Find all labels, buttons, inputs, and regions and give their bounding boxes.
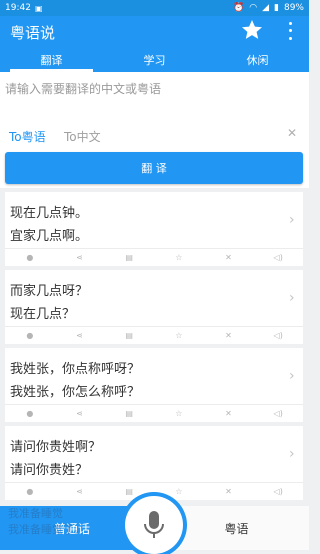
language-selector: To粤语 To中文 — [0, 122, 309, 146]
tab-learn[interactable]: 学习 — [103, 48, 206, 72]
share-icon[interactable]: ⋖ — [55, 249, 105, 266]
chevron-right-icon[interactable]: › — [289, 290, 295, 306]
phrase-translation: 请问你贵姓？ — [10, 463, 89, 478]
microphone-icon[interactable]: ● — [5, 405, 55, 422]
battery-percent: 89% — [283, 3, 304, 13]
speaker-icon[interactable]: ◁) — [253, 405, 303, 422]
microphone-icon[interactable]: ● — [5, 249, 55, 266]
chevron-right-icon[interactable]: › — [289, 368, 295, 384]
speaker-icon[interactable]: ◁) — [253, 249, 303, 266]
star-icon[interactable] — [240, 18, 264, 42]
app-title: 粤语说 — [10, 23, 56, 42]
phrase-card[interactable]: 我姓张，你点称呼呀？ 我姓张，你怎么称呼？ › ● ⋖ ▤ ☆ ✕ ◁) — [5, 348, 303, 422]
wifi-icon: ◠ — [249, 3, 258, 13]
app-bar: 粤语说 — [0, 16, 309, 48]
input-placeholder: 请输入需要翻译的中文或粤语 — [5, 82, 162, 96]
phrase-source: 现在几点钟。 — [10, 206, 89, 221]
favorite-icon[interactable]: ☆ — [154, 249, 204, 266]
status-bar: 19:42 ▣ ⏰ ◠ ◢ ▮ 89% — [0, 0, 309, 16]
translate-button[interactable]: 翻 译 — [5, 152, 303, 184]
phrase-translation: 宜家几点啊。 — [10, 229, 89, 244]
card-actions: ● ⋖ ▤ ☆ ✕ ◁) — [5, 326, 303, 344]
microphone-icon[interactable]: ● — [5, 483, 55, 500]
delete-icon[interactable]: ✕ — [204, 327, 254, 344]
delete-icon[interactable]: ✕ — [204, 483, 254, 500]
copy-icon[interactable]: ▤ — [104, 249, 154, 266]
delete-icon[interactable]: ✕ — [204, 249, 254, 266]
phrase-source: 我姓张，你点称呼呀？ — [10, 362, 141, 377]
phrase-source: 请问你贵姓啊？ — [10, 440, 102, 455]
tab-bar: 翻译 学习 休闲 — [0, 48, 309, 72]
peek-line: 我准备睡觉 — [8, 507, 63, 520]
peek-line: 我准备睡觉了。 — [8, 523, 85, 536]
tab-translate[interactable]: 翻译 — [0, 48, 103, 72]
microphone-icon[interactable]: ● — [5, 327, 55, 344]
phrase-card[interactable]: 而家几点呀？ 现在几点？ › ● ⋖ ▤ ☆ ✕ ◁) — [5, 270, 303, 344]
phrase-translation: 现在几点？ — [10, 307, 76, 322]
more-vert-icon[interactable] — [285, 20, 295, 42]
status-time: 19:42 — [5, 3, 31, 13]
share-icon[interactable]: ⋖ — [55, 483, 105, 500]
signal-icon: ◢ — [262, 3, 270, 13]
card-actions: ● ⋖ ▤ ☆ ✕ ◁) — [5, 248, 303, 266]
phrase-card[interactable]: 现在几点钟。 宜家几点啊。 › ● ⋖ ▤ ☆ ✕ ◁) — [5, 192, 303, 266]
android-icon: ▣ — [34, 3, 43, 13]
tab-label: 学习 — [143, 54, 166, 67]
cantonese-label: 粤语 — [224, 521, 249, 536]
favorite-icon[interactable]: ☆ — [154, 405, 204, 422]
chevron-right-icon[interactable]: › — [289, 446, 295, 462]
phrase-source: 而家几点呀？ — [10, 284, 89, 299]
speaker-icon[interactable]: ◁) — [253, 483, 303, 500]
tab-label: 翻译 — [40, 54, 63, 67]
copy-icon[interactable]: ▤ — [104, 327, 154, 344]
microphone-icon — [144, 511, 164, 538]
tab-leisure[interactable]: 休闲 — [206, 48, 309, 72]
phrase-translation: 我姓张，你怎么称呼？ — [10, 385, 141, 400]
alarm-icon: ⏰ — [233, 3, 245, 13]
delete-icon[interactable]: ✕ — [204, 405, 254, 422]
speaker-icon[interactable]: ◁) — [253, 327, 303, 344]
battery-icon: ▮ — [274, 3, 279, 13]
peek-card: 我准备睡觉 我准备睡觉了。 — [8, 506, 85, 538]
chevron-right-icon[interactable]: › — [289, 212, 295, 228]
to-cantonese-option[interactable]: To粤语 — [9, 128, 46, 145]
phrase-card[interactable]: 请问你贵姓啊？ 请问你贵姓？ › ● ⋖ ▤ ☆ ✕ ◁) — [5, 426, 303, 500]
microphone-button[interactable] — [125, 496, 183, 554]
card-actions: ● ⋖ ▤ ☆ ✕ ◁) — [5, 404, 303, 422]
copy-icon[interactable]: ▤ — [104, 405, 154, 422]
favorite-icon[interactable]: ☆ — [154, 327, 204, 344]
share-icon[interactable]: ⋖ — [55, 405, 105, 422]
tab-label: 休闲 — [246, 54, 269, 67]
clear-icon[interactable]: ✕ — [287, 126, 297, 140]
share-icon[interactable]: ⋖ — [55, 327, 105, 344]
to-mandarin-option[interactable]: To中文 — [64, 128, 101, 145]
